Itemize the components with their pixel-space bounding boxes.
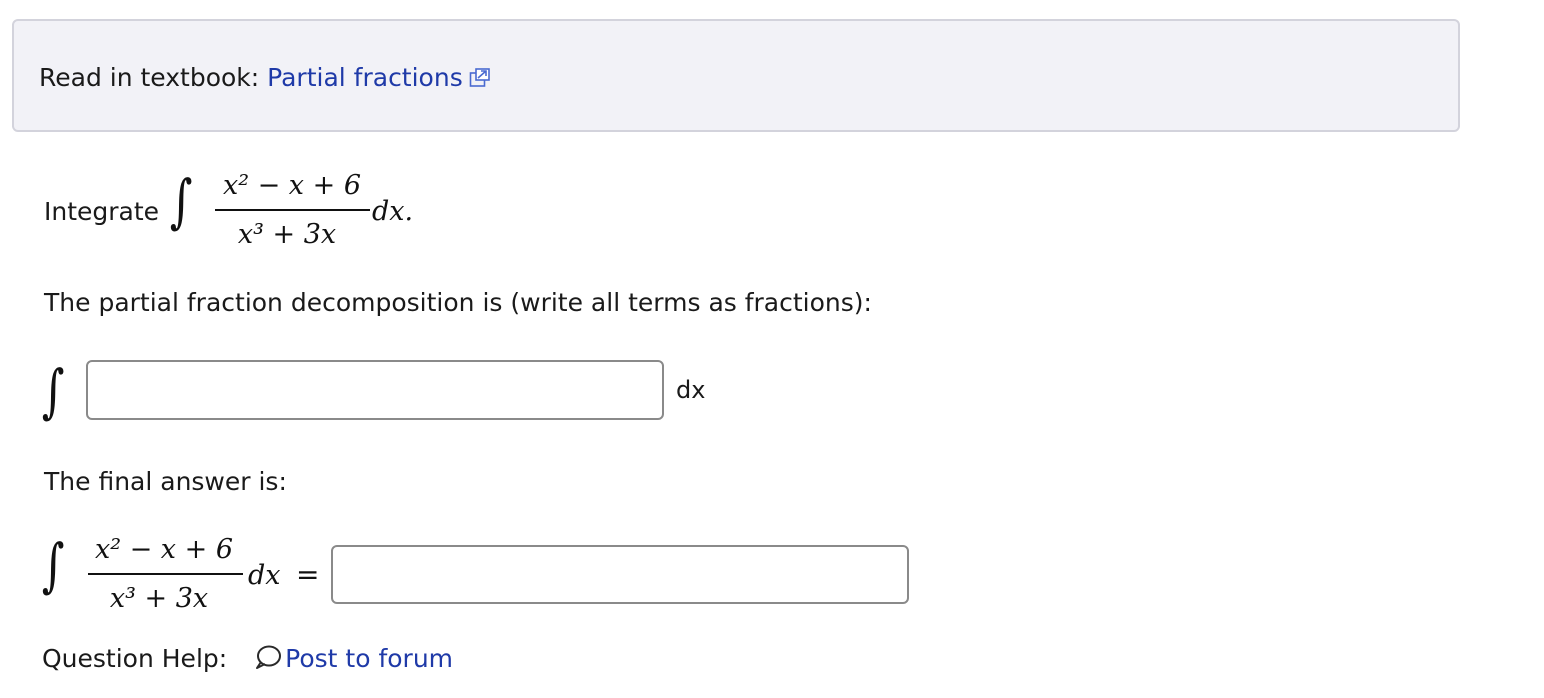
textbook-panel: Read in textbook: Partial fractions (12, 19, 1460, 132)
final-denominator: x³ + 3x (109, 583, 209, 614)
question-help-row: Question Help: Post to forum (42, 644, 453, 673)
decomposition-input[interactable] (86, 360, 664, 420)
problem-numerator: x² − x + 6 (222, 170, 362, 201)
problem-fraction-bar (215, 209, 370, 211)
final-answer-label: The final answer is: (44, 467, 287, 496)
textbook-prefix: Read in textbook: (39, 63, 268, 92)
final-equals-sign: = (296, 558, 320, 591)
decomposition-dx: dx (676, 376, 706, 404)
external-link-icon[interactable] (469, 65, 491, 87)
problem-denominator: x³ + 3x (237, 219, 337, 250)
question-help-label: Question Help: (42, 644, 228, 673)
problem-differential: dx. (372, 196, 414, 227)
final-differential: dx (248, 560, 281, 591)
speech-bubble-icon (253, 644, 283, 670)
textbook-line: Read in textbook: Partial fractions (39, 63, 491, 92)
problem-integral-sign: ∫ (169, 167, 193, 235)
decomposition-instruction: The partial fraction decomposition is (w… (44, 288, 872, 317)
final-answer-input[interactable] (331, 545, 909, 604)
final-numerator: x² − x + 6 (94, 534, 234, 565)
textbook-link[interactable]: Partial fractions (267, 63, 463, 92)
final-integral-sign: ∫ (41, 531, 65, 599)
post-to-forum-link[interactable]: Post to forum (285, 644, 453, 673)
decomposition-integral-sign: ∫ (41, 357, 65, 425)
final-fraction-bar (88, 573, 243, 575)
integrate-label: Integrate (44, 197, 160, 226)
